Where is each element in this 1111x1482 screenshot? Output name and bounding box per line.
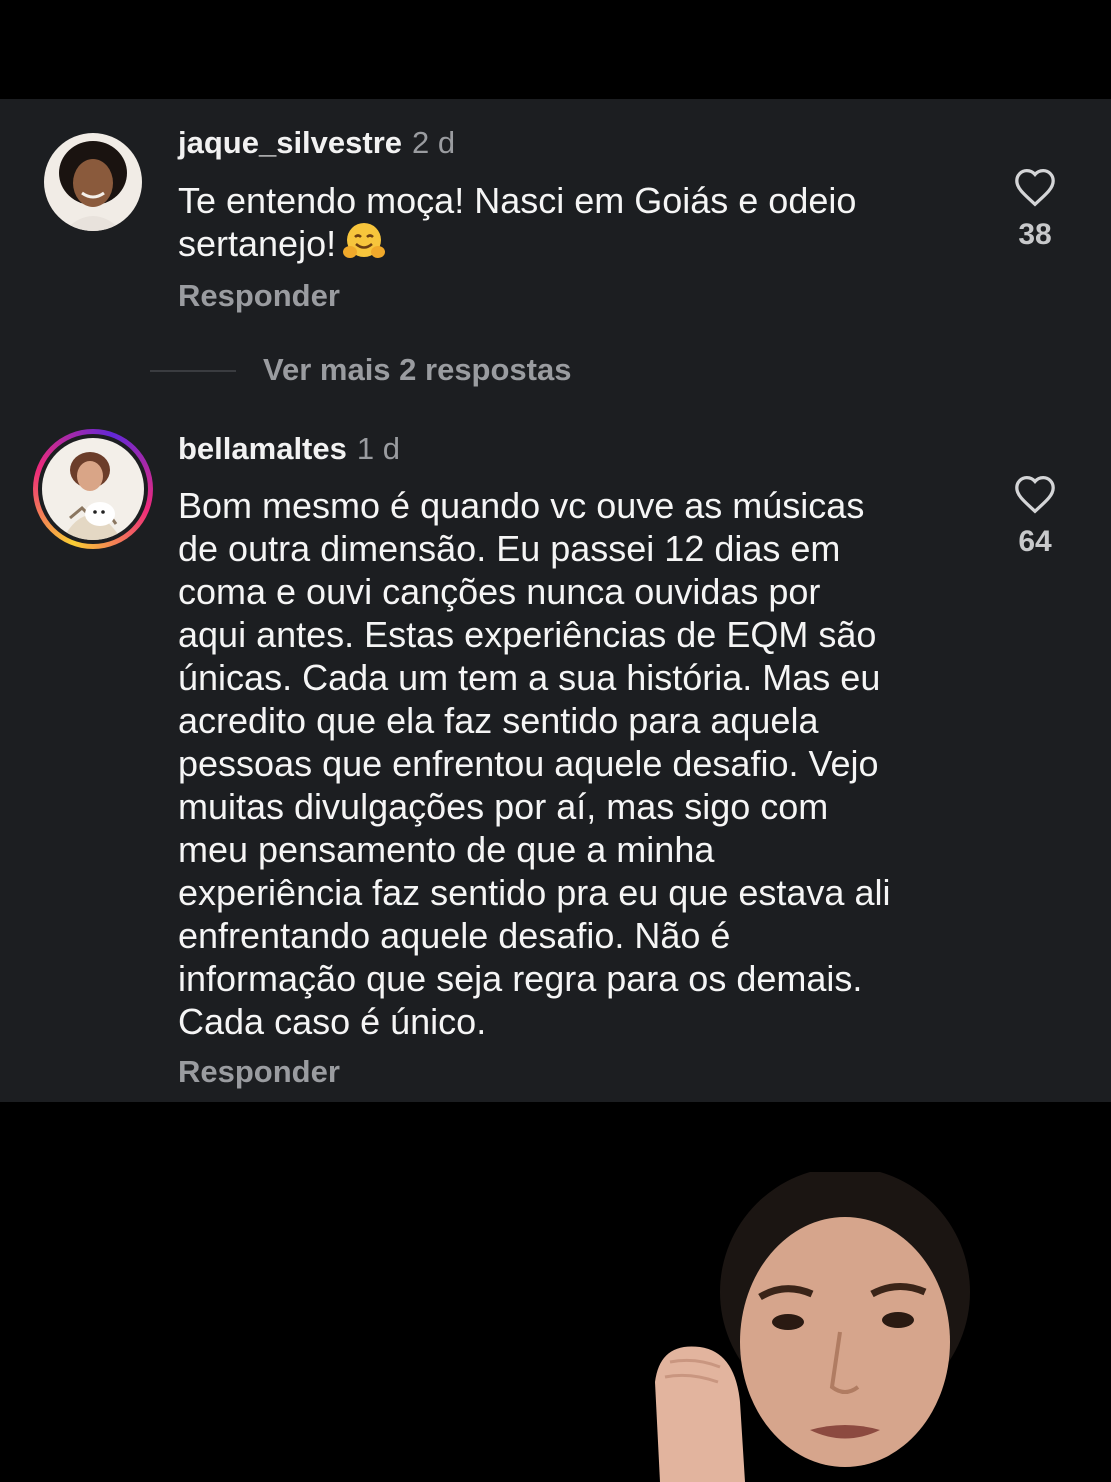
like-group: 38 [1004, 167, 1066, 253]
avatar[interactable] [44, 133, 142, 231]
heart-icon[interactable] [1013, 167, 1057, 207]
presenter-video-icon [655, 1172, 970, 1482]
comment-text-body: Te entendo moça! Nasci em Goiás e odeio … [178, 180, 857, 264]
comment-header: jaque_silvestre 2 d [178, 123, 455, 163]
view-more-replies-label: Ver mais 2 respostas [263, 352, 572, 387]
heart-icon[interactable] [1013, 474, 1057, 514]
video-area [0, 1102, 1111, 1482]
timestamp: 2 d [412, 125, 456, 160]
user-photo-icon [44, 133, 142, 231]
top-black-bar [0, 0, 1111, 99]
like-count: 64 [1018, 525, 1052, 558]
username[interactable]: bellamaltes [178, 431, 347, 466]
comment-text: Te entendo moça! Nasci em Goiás e odeio … [178, 179, 968, 271]
comment-item: jaque_silvestre 2 d Te entendo moça! Nasc… [0, 121, 1111, 341]
reply-button[interactable]: Responder [178, 276, 340, 316]
comment-header: bellamaltes 1 d [178, 429, 400, 469]
like-group: 64 [1004, 474, 1066, 560]
comment-item: bellamaltes 1 d Bom mesmo é quando vc ouv… [0, 427, 1111, 1097]
hugging-face-emoji-icon [342, 222, 386, 271]
username[interactable]: jaque_silvestre [178, 125, 402, 160]
reply-button[interactable]: Responder [178, 1052, 340, 1092]
avatar[interactable] [42, 438, 144, 540]
user-photo-icon [42, 438, 144, 540]
replies-divider [150, 370, 236, 372]
comments-panel: jaque_silvestre 2 d Te entendo moça! Nasc… [0, 99, 1111, 1102]
like-count: 38 [1018, 218, 1052, 251]
timestamp: 1 d [356, 431, 400, 466]
comment-text: Bom mesmo é quando vc ouve as músicas de… [178, 485, 891, 1042]
